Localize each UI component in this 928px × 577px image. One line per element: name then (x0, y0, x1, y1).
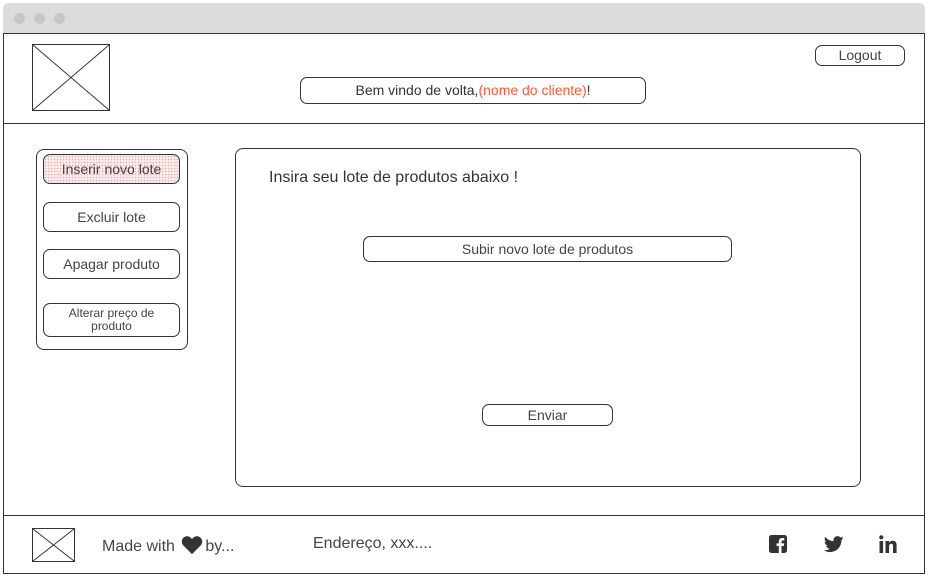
header-divider (3, 123, 925, 124)
upload-batch-button[interactable]: Subir novo lote de produtos (363, 236, 732, 262)
made-with-suffix: by... (205, 538, 235, 555)
page-title: Insira seu lote de produtos abaixo ! (269, 169, 519, 186)
made-with-credit: Made with by... (102, 535, 234, 560)
customer-name: (nome do cliente) (478, 82, 587, 99)
window-control-minimize[interactable] (34, 13, 45, 24)
sidebar-item-alterar-preco[interactable]: Alterar preço de produto (43, 303, 180, 337)
submit-button[interactable]: Enviar (482, 404, 613, 426)
sidebar-item-apagar-produto[interactable]: Apagar produto (43, 249, 180, 279)
browser-title-bar (3, 3, 925, 33)
footer-logo-image (32, 528, 75, 562)
footer-address: Endereço, xxx.... (313, 535, 433, 552)
main-panel (235, 148, 861, 487)
linkedin-icon[interactable] (879, 535, 897, 553)
welcome-message: Bem vindo de volta, (nome do cliente)! (300, 77, 646, 104)
window-control-close[interactable] (14, 13, 25, 24)
welcome-suffix: ! (586, 82, 591, 99)
welcome-prefix: Bem vindo de volta, (355, 82, 479, 99)
logout-button[interactable]: Logout (815, 45, 905, 66)
sidebar-item-excluir-lote[interactable]: Excluir lote (43, 202, 180, 232)
heart-icon (181, 535, 203, 560)
window-control-maximize[interactable] (54, 13, 65, 24)
twitter-icon[interactable] (824, 536, 844, 553)
facebook-icon[interactable] (769, 535, 787, 553)
made-with-prefix: Made with (102, 538, 175, 555)
sidebar-item-inserir-novo-lote[interactable]: Inserir novo lote (43, 154, 180, 184)
footer-divider (3, 515, 925, 516)
logo-image (32, 44, 110, 111)
